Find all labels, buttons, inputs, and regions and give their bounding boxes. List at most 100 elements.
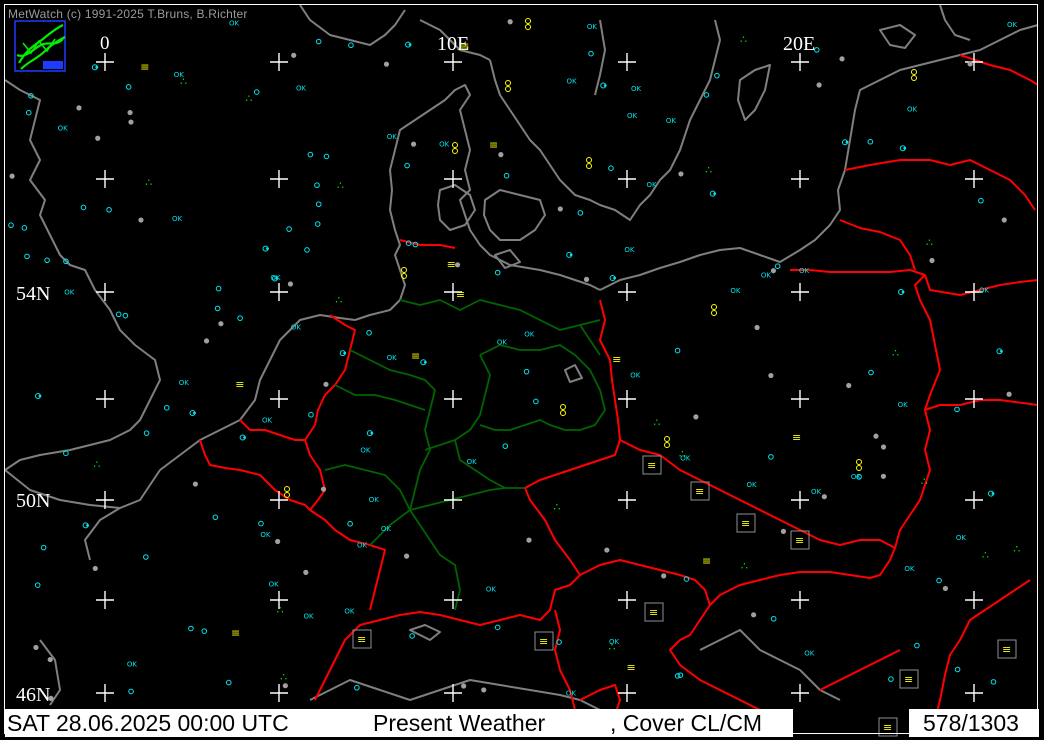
- grid-cross: [965, 591, 983, 609]
- ok-marker: ∴: [1013, 542, 1020, 555]
- station-open-circle: [494, 624, 501, 631]
- station-open-circle: [954, 666, 961, 673]
- station-open-circle: [914, 642, 920, 649]
- station-open-circle: [225, 679, 232, 686]
- station-cover-circle: [1006, 391, 1012, 397]
- grid-cross: [444, 684, 462, 702]
- station-cover-circle: [275, 538, 281, 545]
- station-half-fill: [613, 276, 617, 280]
- station-cover-circle: [770, 268, 776, 274]
- station-cover-circle: [816, 82, 822, 88]
- station-open-circle: [201, 628, 208, 634]
- fog-marker: [505, 80, 511, 86]
- station-open-circle: [44, 257, 50, 264]
- station-half-fill: [991, 492, 995, 495]
- station-open-circle: [888, 676, 894, 682]
- grid-cross: [791, 591, 809, 609]
- ok-marker: OK: [179, 379, 190, 387]
- lon-label-0: 0: [100, 33, 110, 54]
- ok-marker: OK: [746, 481, 757, 489]
- ok-marker: ≡: [231, 626, 240, 639]
- station-open-circle: [494, 269, 501, 276]
- station-open-circle: [936, 577, 942, 584]
- grid-cross: [618, 53, 636, 71]
- fog-marker: [856, 459, 862, 465]
- ok-marker: OK: [647, 181, 658, 189]
- station-open-circle: [523, 368, 530, 375]
- station-cover-circle: [880, 473, 887, 479]
- fog-marker: [401, 267, 407, 273]
- status-layer: , Cover CL/CM: [610, 710, 763, 736]
- station-half-fill: [845, 140, 849, 144]
- grid-cross: [96, 591, 114, 609]
- ok-marker: ∴: [277, 603, 284, 616]
- station-half-fill: [569, 253, 573, 257]
- ok-marker: OK: [907, 106, 918, 114]
- lon-label-20e: 20E: [783, 33, 816, 55]
- grid-cross: [618, 591, 636, 609]
- ok-marker: ∴: [145, 176, 152, 189]
- station-open-circle: [24, 253, 30, 260]
- ok-marker: OK: [804, 649, 815, 657]
- fog-marker: [525, 18, 531, 24]
- station-open-circle: [347, 520, 353, 527]
- ok-marker: OK: [127, 661, 138, 669]
- grid-cross: [618, 390, 636, 408]
- ok-marker: OK: [627, 112, 638, 120]
- station-open-circle: [978, 197, 984, 204]
- ok-marker: ∴: [740, 33, 747, 46]
- station-open-circle: [703, 92, 710, 98]
- station-cover-circle: [942, 585, 949, 592]
- grid-cross: [270, 283, 288, 301]
- ok-marker: OK: [269, 580, 280, 588]
- station-cover-circle: [92, 565, 98, 572]
- station-cover-circle: [454, 262, 461, 268]
- station-half-fill: [903, 146, 907, 150]
- station-open-circle: [608, 165, 614, 172]
- station-open-circle: [212, 514, 219, 521]
- station-open-circle: [674, 347, 681, 354]
- station-cover-circle: [203, 338, 210, 344]
- grid-cross: [965, 170, 983, 188]
- fog-marker: [586, 163, 592, 169]
- ok-marker: ∴: [982, 548, 989, 561]
- station-open-circle: [990, 679, 997, 685]
- ok-marker: ≡: [792, 431, 801, 444]
- grid-cross: [444, 170, 462, 188]
- ok-marker: OK: [64, 288, 75, 296]
- station-open-circle: [533, 398, 539, 405]
- station-cover-circle: [693, 414, 699, 420]
- station-cover-circle: [282, 683, 288, 689]
- ok-marker: OK: [956, 534, 967, 542]
- station-open-circle: [63, 450, 69, 457]
- station-cover-circle: [839, 56, 845, 62]
- ok-marker: OK: [58, 124, 69, 132]
- station-cover-circle: [128, 119, 134, 125]
- station-half-fill: [408, 43, 412, 47]
- station-open-circle: [354, 684, 360, 691]
- ok-marker: OK: [1007, 21, 1018, 29]
- station-cover-circle: [95, 135, 101, 141]
- station-cover-circle: [33, 644, 39, 651]
- weather-map[interactable]: OK ∴ OK OK OK ∴ ∴ OK ≡ OK ≡ OK OK ≡ OK OK OK ∴ OK ∴ OK ∴ OK ≡ ∴ O…: [0, 0, 1044, 740]
- ok-marker: OK: [799, 267, 810, 275]
- station-open-circle: [674, 673, 681, 679]
- ok-marker: ∴: [921, 475, 928, 488]
- fog-marker: [284, 486, 290, 492]
- ok-marker: OK: [851, 473, 862, 481]
- station-markers: OK ∴ OK OK OK ∴ ∴ OK ≡ OK ≡ OK OK ≡ OK OK OK ∴ OK ∴ OK ∴ OK ≡ ∴ O…: [8, 18, 1020, 737]
- grid-cross: [791, 491, 809, 509]
- station-half-fill: [86, 523, 90, 527]
- status-bar: SAT 28.06.2025 00:00 UTC Present Weather…: [5, 709, 1039, 737]
- station-open-circle: [409, 633, 415, 639]
- fog-marker: [560, 404, 566, 410]
- grid-cross: [96, 170, 114, 188]
- station-half-fill: [423, 360, 427, 364]
- coastlines: [4, 4, 1039, 711]
- metwatch-logo-icon: [14, 20, 66, 72]
- ok-marker: OK: [439, 141, 450, 149]
- station-open-circle: [106, 206, 112, 213]
- status-count-panel: 578/1303: [909, 709, 1039, 737]
- station-open-circle: [143, 430, 150, 436]
- ok-marker: ≡: [741, 517, 750, 530]
